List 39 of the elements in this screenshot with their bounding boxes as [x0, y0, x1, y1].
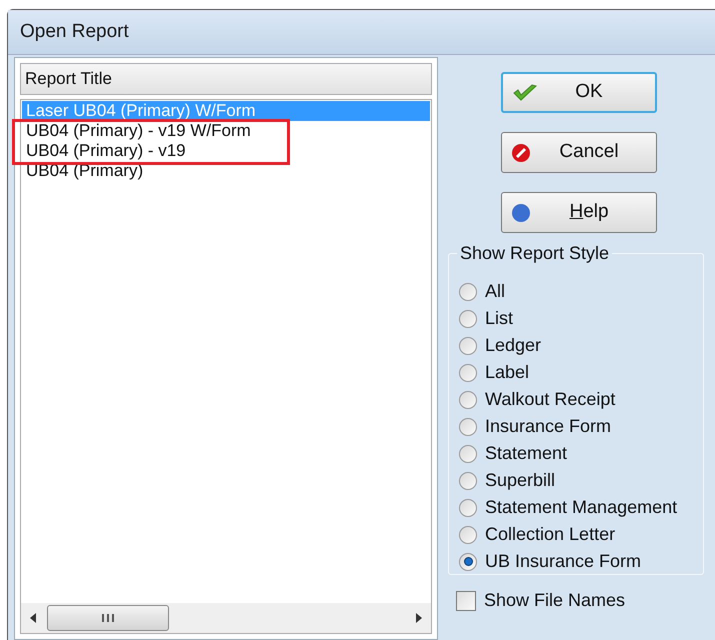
- scrollbar-thumb[interactable]: [47, 605, 169, 631]
- checkmark-icon: [512, 84, 538, 102]
- radio-button[interactable]: [459, 418, 477, 436]
- radio-button[interactable]: [459, 364, 477, 382]
- radio-button[interactable]: [459, 282, 477, 300]
- radio-button[interactable]: [459, 444, 477, 462]
- no-entry-icon: [511, 142, 531, 162]
- report-row[interactable]: UB04 (Primary) - v19 W/Form: [22, 121, 430, 141]
- scroll-right-icon[interactable]: [415, 613, 423, 623]
- report-style-radio[interactable]: Insurance Form: [459, 413, 703, 440]
- radio-button[interactable]: [459, 336, 477, 354]
- report-style-radio[interactable]: Walkout Receipt: [459, 386, 703, 413]
- radio-button[interactable]: [459, 472, 477, 490]
- grip-icon: [101, 613, 115, 623]
- horizontal-scrollbar[interactable]: [21, 603, 431, 633]
- report-style-radio[interactable]: List: [459, 305, 703, 332]
- radio-button[interactable]: [459, 526, 477, 544]
- report-style-radio[interactable]: Ledger: [459, 332, 703, 359]
- report-row[interactable]: UB04 (Primary) - v19: [22, 141, 430, 161]
- report-style-radio[interactable]: Collection Letter: [459, 521, 703, 548]
- radio-button[interactable]: [459, 310, 477, 328]
- report-style-radio[interactable]: Statement: [459, 440, 703, 467]
- radio-button[interactable]: [459, 498, 477, 516]
- scroll-left-icon[interactable]: [29, 613, 37, 623]
- show-file-names-checkbox[interactable]: Show File Names: [456, 587, 715, 614]
- help-button[interactable]: Help: [501, 192, 657, 233]
- checkbox[interactable]: [456, 590, 476, 610]
- report-style-radio[interactable]: Label: [459, 359, 703, 386]
- radio-button[interactable]: [459, 552, 477, 570]
- window-title: Open Report: [20, 20, 129, 44]
- report-style-radio[interactable]: All: [459, 278, 703, 305]
- report-style-radio[interactable]: Statement Management: [459, 494, 703, 521]
- report-style-radio[interactable]: Superbill: [459, 467, 703, 494]
- cancel-button[interactable]: Cancel: [501, 132, 657, 173]
- report-style-radio[interactable]: UB Insurance Form: [459, 548, 703, 575]
- ok-button[interactable]: OK: [501, 72, 657, 113]
- checkbox-label: Show File Names: [484, 589, 626, 612]
- radio-button[interactable]: [459, 390, 477, 408]
- column-header[interactable]: Report Title: [20, 63, 432, 95]
